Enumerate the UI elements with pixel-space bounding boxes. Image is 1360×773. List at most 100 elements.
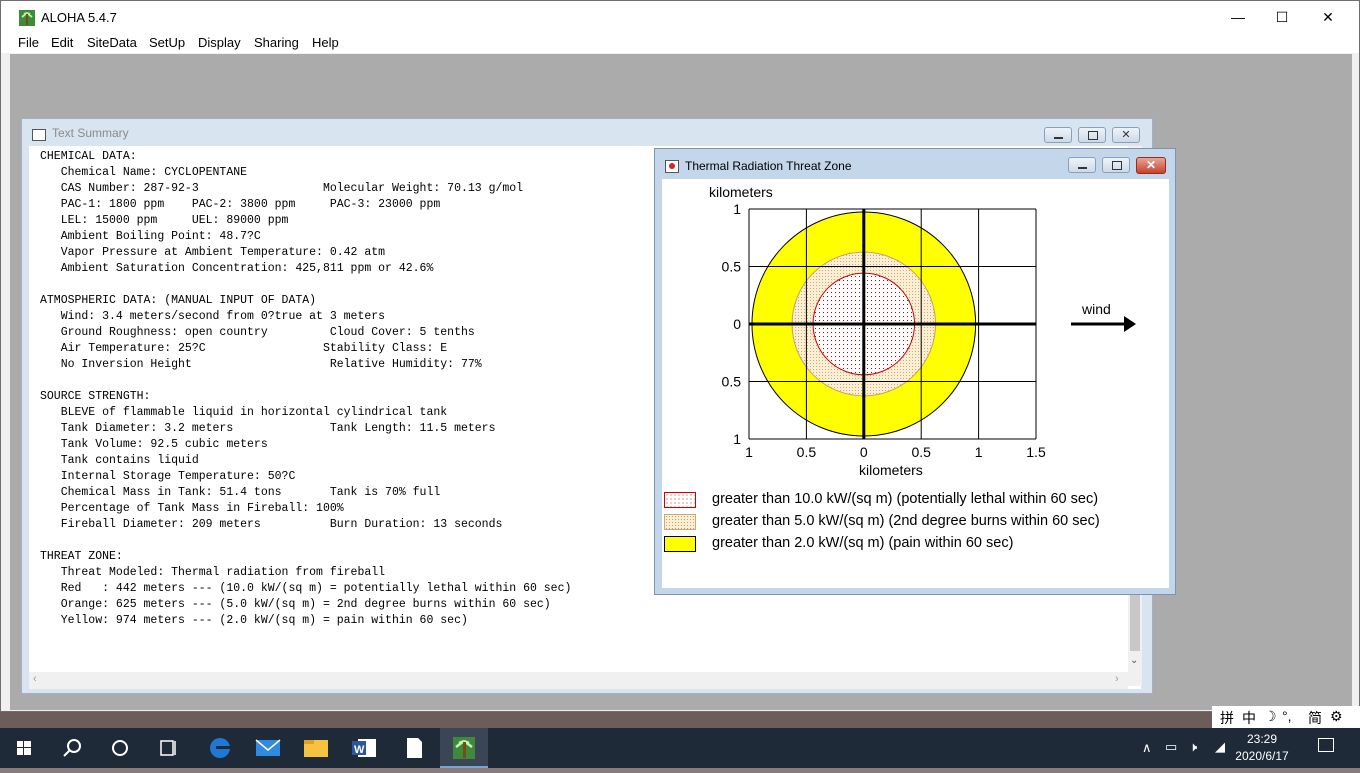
taskbar-mail[interactable]	[244, 728, 292, 768]
restore-button[interactable]	[1102, 157, 1130, 173]
summary-line: LEL: 15000 ppm UEL: 89000 ppm	[40, 214, 289, 227]
text-summary-title: Text Summary	[52, 126, 129, 140]
menu-bar: File Edit SiteData SetUp Display Sharing…	[1, 33, 1359, 53]
task-view-button[interactable]	[144, 728, 192, 768]
summary-line: THREAT ZONE:	[40, 550, 123, 563]
cortana-button[interactable]	[96, 728, 144, 768]
summary-line: ATMOSPHERIC DATA: (MANUAL INPUT OF DATA)	[40, 294, 317, 307]
horizontal-scrollbar[interactable]: ‹ ›	[29, 672, 1128, 689]
taskbar: W ∧ ▭ 🕨 ◢ 23:29 2020/6/17	[0, 728, 1360, 768]
summary-text: CHEMICAL DATA: Chemical Name: CYCLOPENTA…	[40, 149, 571, 629]
y-axis-label: kilometers	[709, 184, 773, 200]
close-button[interactable]: ✕	[1305, 1, 1351, 33]
system-clock[interactable]: 23:29 2020/6/17	[1232, 731, 1292, 765]
summary-line: Ambient Boiling Point: 48.7?C	[40, 230, 261, 243]
summary-line: Tank Diameter: 3.2 meters Tank Length: 1…	[40, 422, 496, 435]
show-hidden-icons-icon[interactable]: ∧	[1142, 740, 1152, 756]
volume-muted-icon[interactable]: 🕨	[1189, 739, 1197, 755]
window-title: ALOHA 5.4.7	[41, 10, 117, 25]
legend-text-yellow: greater than 2.0 kW/(sq m) (pain within …	[712, 535, 1014, 551]
summary-line: BLEVE of flammable liquid in horizontal …	[40, 406, 448, 419]
restore-button[interactable]	[1078, 127, 1106, 143]
menu-display[interactable]: Display	[198, 35, 241, 50]
legend-swatch-red	[664, 492, 696, 508]
threat-zone-title: Thermal Radiation Threat Zone	[685, 159, 852, 173]
summary-line: CHEMICAL DATA:	[40, 150, 137, 163]
menu-setup[interactable]: SetUp	[149, 35, 185, 50]
word-icon: W	[352, 739, 376, 757]
ime-simplified-toggle[interactable]: 简	[1308, 708, 1322, 728]
summary-line: Chemical Name: CYCLOPENTANE	[40, 166, 248, 179]
scrollbar-thumb[interactable]	[1130, 591, 1140, 651]
legend-swatch-orange	[664, 514, 696, 530]
svg-text:W: W	[354, 744, 365, 756]
scroll-left-arrow-icon[interactable]: ‹	[33, 673, 37, 685]
search-icon	[63, 739, 81, 757]
edge-browser-icon	[210, 738, 230, 758]
x-tick-label: 1	[975, 444, 983, 460]
taskbar-edge[interactable]	[196, 728, 244, 768]
summary-line: Internal Storage Temperature: 50?C	[40, 470, 296, 483]
minimize-button[interactable]: —	[1215, 1, 1261, 33]
summary-line: Percentage of Tank Mass in Fireball: 100…	[40, 502, 344, 515]
summary-line: Threat Modeled: Thermal radiation from f…	[40, 566, 386, 579]
summary-line: Tank contains liquid	[40, 454, 199, 467]
y-tick-label: 1	[733, 201, 741, 217]
scroll-down-arrow-icon[interactable]: ⌄	[1130, 655, 1138, 666]
x-tick-label: 0.5	[797, 444, 817, 460]
summary-line: Wind: 3.4 meters/second from 0?true at 3…	[40, 310, 386, 323]
windows-logo-icon	[17, 741, 31, 755]
summary-line: Vapor Pressure at Ambient Temperature: 0…	[40, 246, 386, 259]
x-tick-label: 0.5	[911, 444, 931, 460]
menu-edit[interactable]: Edit	[51, 35, 73, 50]
legend-text-orange: greater than 5.0 kW/(sq m) (2nd degree b…	[712, 513, 1100, 529]
summary-line: SOURCE STRENGTH:	[40, 390, 151, 403]
x-tick-label: 1	[745, 444, 753, 460]
x-tick-label: 1.5	[1026, 444, 1046, 460]
taskbar-word[interactable]: W	[340, 728, 388, 768]
summary-line: Red : 442 meters --- (10.0 kW/(sq m) = p…	[40, 582, 572, 595]
scroll-right-arrow-icon[interactable]: ›	[1115, 673, 1119, 685]
close-button[interactable]: ✕	[1112, 127, 1140, 143]
battery-icon[interactable]: ▭	[1165, 739, 1177, 755]
clock-date: 2020/6/17	[1235, 749, 1289, 763]
threat-zone-window: Thermal Radiation Threat Zone ✕ kilomete…	[654, 148, 1176, 595]
close-button[interactable]: ✕	[1136, 157, 1166, 174]
summary-line: Tank Volume: 92.5 cubic meters	[40, 438, 268, 451]
maximize-button[interactable]: ☐	[1259, 1, 1305, 33]
wind-label: wind	[1081, 301, 1111, 317]
x-tick-label: 0	[860, 444, 868, 460]
aloha-main-window: ALOHA 5.4.7 — ☐ ✕ File Edit SiteData Set…	[0, 0, 1360, 712]
summary-line: Ground Roughness: open country Cloud Cov…	[40, 326, 475, 339]
taskbar-notepad[interactable]	[390, 728, 438, 768]
task-view-icon	[160, 740, 176, 756]
minimize-button[interactable]	[1068, 157, 1096, 173]
menu-sharing[interactable]: Sharing	[254, 35, 299, 50]
ime-chinese-toggle[interactable]: 中	[1242, 708, 1256, 728]
search-button[interactable]	[48, 728, 96, 768]
legend-swatch-yellow	[664, 536, 696, 552]
window-icon	[665, 160, 679, 173]
start-button[interactable]	[0, 728, 48, 768]
document-icon	[407, 738, 422, 758]
cortana-icon	[112, 740, 128, 756]
palm-tree-icon	[19, 10, 35, 26]
summary-line: Air Temperature: 25?C Stability Class: E	[40, 342, 448, 355]
taskbar-file-explorer[interactable]	[292, 728, 340, 768]
ime-halfwidth-icon[interactable]: ☽	[1264, 708, 1277, 725]
title-bar[interactable]: ALOHA 5.4.7 — ☐ ✕	[1, 1, 1359, 33]
summary-line: Fireball Diameter: 209 meters Burn Durat…	[40, 518, 503, 531]
y-tick-label: 0.5	[722, 259, 742, 275]
palm-tree-icon	[453, 737, 475, 759]
menu-file[interactable]: File	[18, 35, 39, 50]
minimize-button[interactable]	[1044, 127, 1072, 143]
taskbar-aloha[interactable]	[440, 728, 488, 768]
notification-center-icon[interactable]	[1318, 738, 1334, 752]
wifi-icon[interactable]: ◢	[1215, 739, 1225, 755]
ime-punctuation-icon[interactable]: °,	[1282, 708, 1292, 724]
wind-arrow-icon	[1071, 316, 1136, 332]
ime-settings-icon[interactable]: ⚙	[1330, 708, 1343, 725]
menu-sitedata[interactable]: SiteData	[87, 35, 137, 50]
ime-pinyin-icon[interactable]: 拼	[1220, 708, 1234, 728]
menu-help[interactable]: Help	[312, 35, 339, 50]
